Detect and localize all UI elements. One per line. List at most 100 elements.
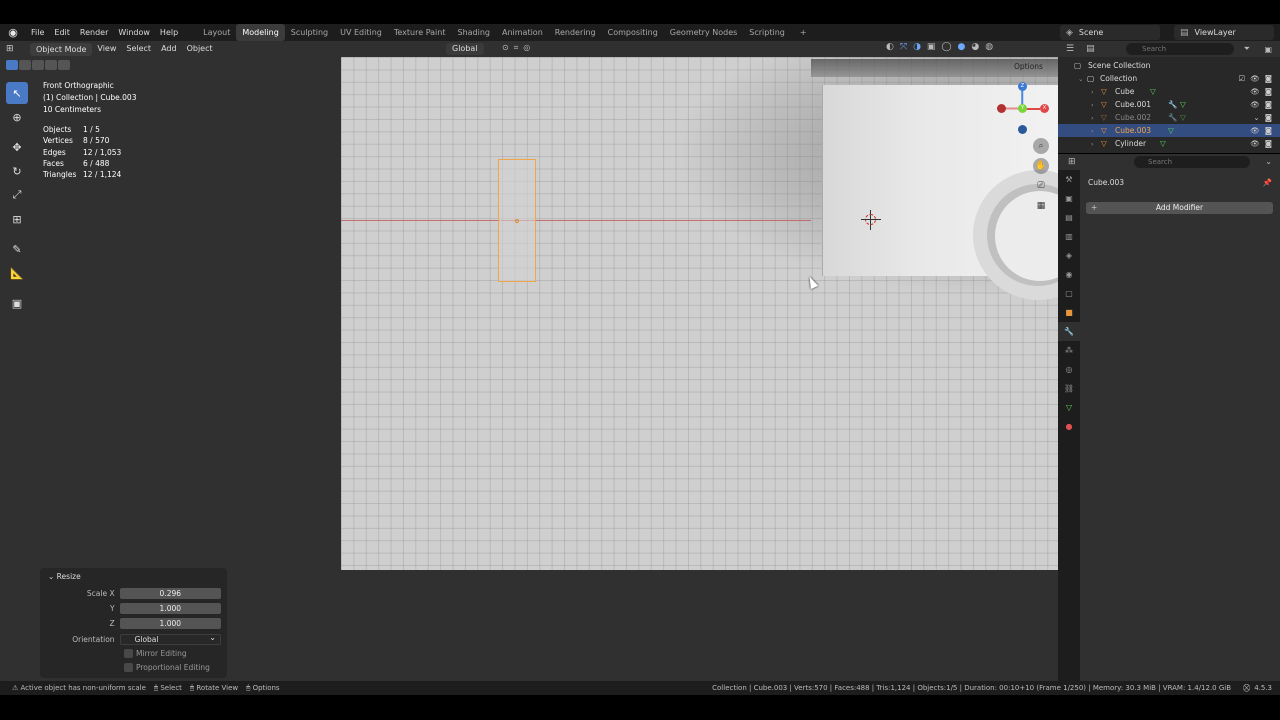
menu-object[interactable]: Object [182, 41, 218, 57]
filter-icon[interactable]: ⏷ [1244, 44, 1250, 54]
menu-help[interactable]: Help [155, 24, 183, 41]
scale-tool-icon[interactable]: ⤢ [6, 184, 28, 206]
gizmo-neg-x-icon[interactable] [997, 104, 1006, 113]
output-tab-icon[interactable]: ▤ [1058, 208, 1080, 227]
camera-icon[interactable]: ◙ [1265, 126, 1272, 135]
expand-arrow-icon[interactable]: ⌄ [1078, 75, 1083, 83]
tab-rendering[interactable]: Rendering [549, 24, 602, 41]
menu-window[interactable]: Window [113, 24, 155, 41]
measure-tool-icon[interactable]: 📐 [6, 262, 28, 284]
mesh-data-icon[interactable]: ▽ [1150, 87, 1156, 96]
gizmo-neg-z-icon[interactable] [1018, 125, 1027, 134]
camera-icon[interactable]: ◙ [1265, 113, 1272, 122]
xray-icon[interactable]: ▣ [927, 42, 936, 52]
tab-compositing[interactable]: Compositing [602, 24, 664, 41]
expand-arrow-icon[interactable]: › [1091, 140, 1094, 148]
eye-icon[interactable]: 👁 [1250, 126, 1260, 135]
eye-icon[interactable]: 👁 [1250, 74, 1260, 83]
scale-y-field[interactable]: 1.000 [119, 603, 221, 614]
3d-cursor-icon[interactable] [861, 210, 881, 230]
wireframe-shading-icon[interactable]: ◯ [941, 42, 951, 52]
gizmo-x-icon[interactable]: X [1040, 104, 1049, 113]
tab-layout[interactable]: Layout [197, 24, 236, 41]
eye-icon[interactable]: 👁 [1250, 87, 1260, 96]
modifier-icon[interactable]: 🔧 [1168, 113, 1177, 122]
expand-arrow-icon[interactable]: › [1091, 114, 1094, 122]
outliner-collection[interactable]: ⌄ ▢ Collection ☑ 👁 ◙ [1058, 72, 1280, 85]
visibility-icon[interactable]: ◐ [886, 42, 894, 52]
expand-arrow-icon[interactable]: › [1091, 127, 1094, 135]
move-tool-icon[interactable]: ✥ [6, 136, 28, 158]
menu-edit[interactable]: Edit [49, 24, 75, 41]
checkbox-icon[interactable]: ☑ [1238, 74, 1245, 83]
pan-hand-icon[interactable]: ✋ [1033, 158, 1049, 174]
active-object-name[interactable]: Cube.003 [1088, 178, 1124, 187]
modifier-tab-icon[interactable]: 🔧 [1058, 322, 1080, 341]
collection-tab-icon[interactable]: ▢ [1058, 284, 1080, 303]
mesh-data-icon[interactable]: ▽ [1180, 113, 1186, 122]
scene-selector[interactable]: ◈ Scene [1060, 25, 1160, 40]
outliner-item-cube-002[interactable]: › ▽ Cube.002 🔧 ▽ ⌄ ◙ [1058, 111, 1280, 124]
eye-icon[interactable]: 👁 [1250, 139, 1260, 148]
data-tab-icon[interactable]: ▽ [1058, 398, 1080, 417]
tab-animation[interactable]: Animation [496, 24, 549, 41]
add-workspace-icon[interactable]: + [794, 24, 813, 41]
physics-tab-icon[interactable]: ◎ [1058, 360, 1080, 379]
render-tab-icon[interactable]: ▣ [1058, 189, 1080, 208]
tab-sculpting[interactable]: Sculpting [285, 24, 334, 41]
orientation-dropdown[interactable]: Global [119, 633, 221, 645]
overlay-toggle-icon[interactable]: ◑ [913, 42, 921, 52]
properties-editor-icon[interactable]: ⊞ [1068, 157, 1076, 167]
select-intersect-icon[interactable] [58, 60, 70, 70]
expand-arrow-icon[interactable]: › [1091, 88, 1094, 96]
modifier-icon[interactable]: 🔧 [1168, 100, 1177, 109]
options-button[interactable]: Options [1008, 60, 1049, 73]
particles-tab-icon[interactable]: ⁂ [1058, 341, 1080, 360]
select-new-icon[interactable] [6, 60, 18, 70]
pin-icon[interactable]: 📌 [1263, 178, 1272, 187]
eye-closed-icon[interactable]: ⌄ [1253, 113, 1259, 122]
view-layer-selector[interactable]: ▤ ViewLayer [1174, 25, 1274, 40]
add-cube-tool-icon[interactable]: ▣ [6, 292, 28, 314]
redo-panel-header[interactable]: ⌄ Resize [46, 572, 221, 581]
viewport-background-bottom[interactable] [341, 570, 1058, 681]
scene-tab-icon[interactable]: ◈ [1058, 246, 1080, 265]
expand-arrow-icon[interactable]: › [1091, 101, 1094, 109]
eye-icon[interactable]: 👁 [1250, 100, 1260, 109]
pivot-icon[interactable]: ⊙ [502, 43, 509, 53]
gizmo-toggle-icon[interactable]: ⤧ [900, 42, 907, 52]
transform-tool-icon[interactable]: ⊞ [6, 208, 28, 230]
properties-search-input[interactable]: Search [1134, 156, 1250, 168]
blender-logo-icon[interactable]: ◉ [6, 26, 20, 40]
rendered-shading-icon[interactable]: ◍ [985, 42, 993, 52]
mesh-data-icon[interactable]: ▽ [1168, 126, 1174, 135]
scale-x-field[interactable]: 0.296 [119, 588, 221, 599]
mirror-editing-checkbox[interactable]: Mirror Editing [124, 646, 221, 660]
solid-shading-icon[interactable]: ● [958, 42, 966, 52]
outliner-item-cube[interactable]: › ▽ Cube ▽ 👁 ◙ [1058, 85, 1280, 98]
display-mode-icon[interactable]: ▤ [1086, 44, 1095, 54]
proportional-editing-checkbox[interactable]: Proportional Editing [124, 660, 221, 674]
world-tab-icon[interactable]: ◉ [1058, 265, 1080, 284]
outliner-item-cylinder[interactable]: › ▽ Cylinder ▽ 👁 ◙ [1058, 137, 1280, 150]
proportional-icon[interactable]: ◎ [523, 43, 530, 53]
camera-icon[interactable]: ◙ [1265, 100, 1272, 109]
outliner-item-cube-001[interactable]: › ▽ Cube.001 🔧 ▽ 👁 ◙ [1058, 98, 1280, 111]
tab-scripting[interactable]: Scripting [743, 24, 791, 41]
mesh-data-icon[interactable]: ▽ [1160, 139, 1166, 148]
scale-z-field[interactable]: 1.000 [119, 618, 221, 629]
menu-add[interactable]: Add [156, 41, 182, 57]
constraints-tab-icon[interactable]: ⛓ [1058, 379, 1080, 398]
menu-file[interactable]: File [26, 24, 49, 41]
select-subtract-icon[interactable] [32, 60, 44, 70]
menu-view[interactable]: View [92, 41, 121, 57]
ortho-toggle-icon[interactable]: ▦ [1033, 198, 1049, 214]
camera-icon[interactable]: ◙ [1265, 87, 1272, 96]
zoom-icon[interactable]: ⌕ [1033, 138, 1049, 154]
select-extend-icon[interactable] [19, 60, 31, 70]
outliner-scene-collection[interactable]: ▢ Scene Collection [1058, 59, 1280, 72]
viewport-reference-image[interactable] [341, 57, 1058, 570]
transform-orientation-dropdown[interactable]: Global [446, 43, 484, 55]
tab-shading[interactable]: Shading [451, 24, 496, 41]
outliner-editor-icon[interactable]: ☰ [1066, 44, 1074, 54]
